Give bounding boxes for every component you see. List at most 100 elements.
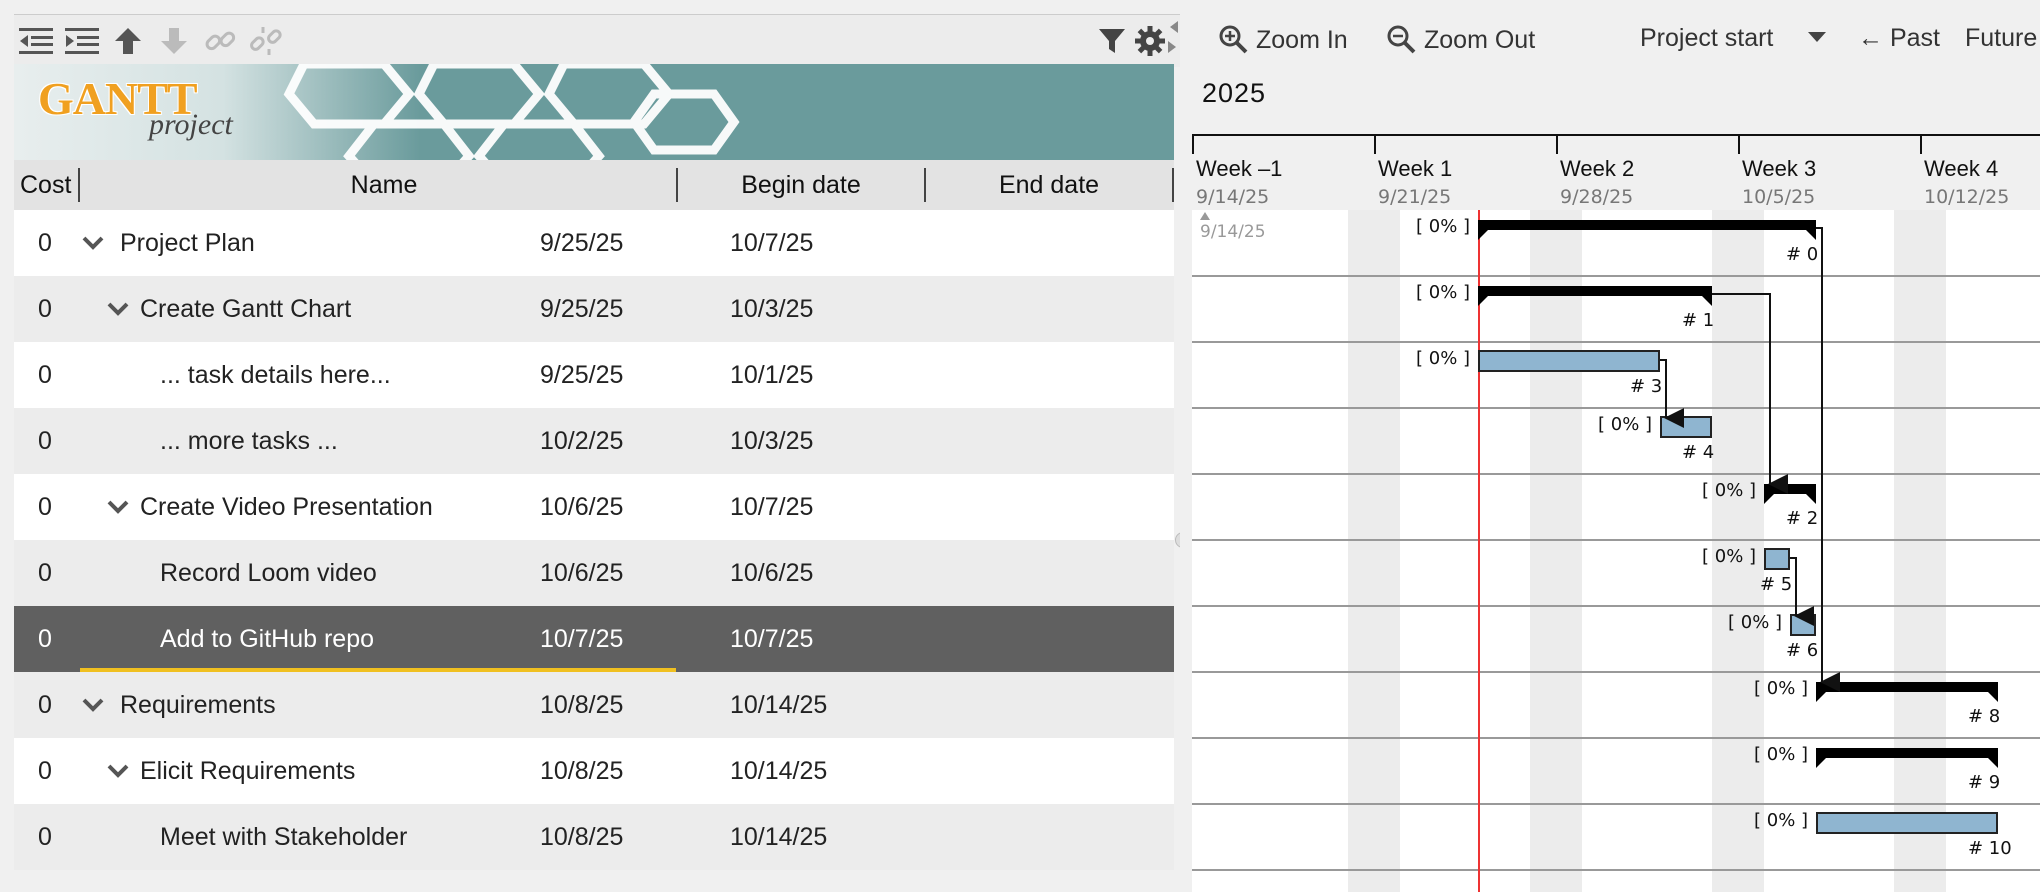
column-header-end-date[interactable]: End date (926, 160, 1172, 210)
week-label: Week 2 (1560, 156, 1635, 181)
zoom-in-icon (1219, 25, 1248, 54)
task-name[interactable]: Create Gantt Chart (140, 276, 351, 342)
week-date: 9/21/25 (1378, 186, 1452, 208)
task-begin-date[interactable]: 10/8/25 (540, 738, 623, 804)
chevron-down-icon[interactable] (80, 692, 106, 718)
task-end-date[interactable]: 10/7/25 (730, 210, 813, 276)
column-header-cost[interactable]: Cost (20, 160, 71, 210)
task-end-date[interactable]: 10/7/25 (730, 606, 813, 672)
task-row[interactable]: 0 ... more tasks ... 10/2/25 10/3/25 (14, 408, 1174, 474)
gantt-chart-pane: Zoom In Zoom Out Project start ← Past Fu… (1180, 0, 2040, 892)
task-cost: 0 (38, 229, 52, 257)
gantt-grid: 9/14/25 [ 0% ] # 0[ 0% ] # 1[ 0% ] # 3[ 0% … (1192, 210, 2040, 892)
dependency-arrow[interactable] (1816, 227, 1840, 692)
chevron-down-icon[interactable] (105, 494, 131, 520)
week-tick (1374, 136, 1376, 154)
column-header-begin-date[interactable]: Begin date (678, 160, 924, 210)
task-row[interactable]: 0 ... task details here... 9/25/25 10/1/25 (14, 342, 1174, 408)
move-down-icon[interactable] (154, 21, 194, 61)
gear-icon[interactable] (1130, 21, 1170, 61)
future-button[interactable]: Future (1965, 24, 2037, 53)
zoom-out-button[interactable]: Zoom Out (1386, 24, 1535, 55)
zoom-out-label: Zoom Out (1424, 26, 1536, 54)
task-cost: 0 (38, 361, 52, 389)
timeline-year: 2025 (1202, 78, 1267, 108)
column-resize-handle[interactable] (1172, 168, 1174, 202)
task-begin-date[interactable]: 9/25/25 (540, 276, 623, 342)
timeline-week: Week 4 10/12/25 (1920, 136, 2040, 212)
task-begin-date[interactable]: 10/6/25 (540, 540, 623, 606)
move-up-icon[interactable] (108, 21, 148, 61)
task-end-date[interactable]: 10/3/25 (730, 276, 813, 342)
task-end-date[interactable]: 10/14/25 (730, 804, 827, 870)
outdent-icon[interactable] (16, 21, 56, 61)
timeline-header: Week –1 9/14/25 Week 1 9/21/25 Week 2 9/28/25… (1192, 134, 2040, 212)
timeline-week: Week 3 10/5/25 (1738, 136, 1920, 212)
task-row[interactable]: 0 Record Loom video 10/6/25 10/6/25 (14, 540, 1174, 606)
unlink-icon[interactable] (246, 21, 286, 61)
dropdown-arrow-icon (1808, 32, 1827, 42)
task-name[interactable]: Elicit Requirements (140, 738, 355, 804)
task-begin-date[interactable]: 9/25/25 (540, 342, 623, 408)
task-begin-date[interactable]: 10/2/25 (540, 408, 623, 474)
week-tick (1920, 136, 1922, 154)
week-label: Week –1 (1196, 156, 1283, 181)
task-name[interactable]: Create Video Presentation (140, 474, 433, 540)
collapse-arrows-icon[interactable] (1166, 19, 1180, 59)
task-name[interactable]: ... more tasks ... (160, 408, 338, 474)
chevron-down-icon[interactable] (105, 758, 131, 784)
task-begin-date[interactable]: 10/6/25 (540, 474, 623, 540)
task-begin-date[interactable]: 10/8/25 (540, 804, 623, 870)
task-end-date[interactable]: 10/14/25 (730, 738, 827, 804)
timeline-week: Week 1 9/21/25 (1374, 136, 1556, 212)
task-end-date[interactable]: 10/1/25 (730, 342, 813, 408)
task-cost: 0 (38, 295, 52, 323)
task-row[interactable]: 0 Requirements 10/8/25 10/14/25 (14, 672, 1174, 738)
task-cost: 0 (38, 823, 52, 851)
task-row[interactable]: 0 Project Plan 9/25/25 10/7/25 (14, 210, 1174, 276)
chart-toolbar: Zoom In Zoom Out Project start ← Past Fu… (1180, 14, 2040, 66)
task-name[interactable]: ... task details here... (160, 342, 391, 408)
task-name[interactable]: Project Plan (120, 210, 255, 276)
task-row[interactable]: 0 Elicit Requirements 10/8/25 10/14/25 (14, 738, 1174, 804)
task-cost: 0 (38, 427, 52, 455)
chevron-down-icon[interactable] (105, 296, 131, 322)
chevron-down-icon[interactable] (80, 230, 106, 256)
week-label: Week 3 (1742, 156, 1817, 181)
task-name[interactable]: Record Loom video (160, 540, 377, 606)
project-start-label: Project start (1640, 24, 1774, 52)
zoom-in-button[interactable]: Zoom In (1218, 24, 1348, 55)
past-button[interactable]: ← Past (1858, 24, 1940, 53)
task-cost: 0 (38, 757, 52, 785)
task-end-date[interactable]: 10/3/25 (730, 408, 813, 474)
task-end-date[interactable]: 10/14/25 (730, 672, 827, 738)
task-begin-date[interactable]: 10/8/25 (540, 672, 623, 738)
task-row[interactable]: 0 Create Gantt Chart 9/25/25 10/3/25 (14, 276, 1174, 342)
column-header-name[interactable]: Name (84, 160, 684, 210)
link-icon[interactable] (200, 21, 240, 61)
task-cost: 0 (38, 559, 52, 587)
task-end-date[interactable]: 10/6/25 (730, 540, 813, 606)
task-begin-date[interactable]: 9/25/25 (540, 210, 623, 276)
column-resize-handle[interactable] (78, 168, 80, 202)
task-end-date[interactable]: 10/7/25 (730, 474, 813, 540)
indent-icon[interactable] (62, 21, 102, 61)
dependency-arrow[interactable] (1712, 293, 1788, 494)
task-begin-date[interactable]: 10/7/25 (540, 606, 623, 672)
task-name[interactable]: Meet with Stakeholder (160, 804, 407, 870)
task-rows: 0 Project Plan 9/25/25 10/7/25 0 Create Gantt… (14, 210, 1174, 870)
filter-icon[interactable] (1092, 21, 1132, 61)
timeline-week: Week –1 9/14/25 (1192, 136, 1374, 212)
week-date: 9/14/25 (1196, 186, 1270, 208)
project-start-dropdown[interactable]: Project start (1640, 24, 1827, 53)
task-row[interactable]: 0 Add to GitHub repo 10/7/25 10/7/25 (14, 606, 1174, 672)
dependency-arrow[interactable] (1660, 359, 1684, 428)
task-row[interactable]: 0 Create Video Presentation 10/6/25 10/7/25 (14, 474, 1174, 540)
task-name[interactable]: Add to GitHub repo (160, 606, 374, 672)
week-tick (1738, 136, 1740, 154)
task-row[interactable]: 0 Meet with Stakeholder 10/8/25 10/14/25 (14, 804, 1174, 870)
zoom-in-label: Zoom In (1256, 26, 1348, 54)
dependency-arrow[interactable] (1790, 557, 1814, 626)
task-name[interactable]: Requirements (120, 672, 276, 738)
timeline-week: Week 2 9/28/25 (1556, 136, 1738, 212)
